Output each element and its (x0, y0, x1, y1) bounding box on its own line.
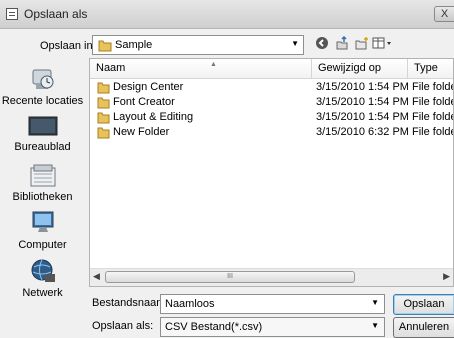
back-icon[interactable] (314, 36, 330, 52)
column-header-modified[interactable]: Gewijzigd op (312, 59, 408, 79)
filetype-value: CSV Bestand(*.csv) (165, 321, 263, 333)
column-header-name[interactable]: Naam ▲ (90, 59, 312, 79)
file-type: File folder (412, 81, 453, 93)
file-modified: 3/15/2010 6:32 PM (316, 126, 409, 138)
lookin-label: Opslaan in: (40, 40, 96, 52)
new-folder-icon[interactable] (354, 36, 370, 52)
filetype-dropdown[interactable]: CSV Bestand(*.csv) ▼ (160, 317, 385, 337)
filename-label: Bestandsnaam: (92, 297, 169, 309)
file-type: File folder (412, 96, 453, 108)
filename-value: Naamloos (165, 298, 215, 310)
file-row[interactable]: New Folder 3/15/2010 6:32 PM File folder (90, 125, 453, 141)
file-row[interactable]: Font Creator 3/15/2010 1:54 PM File fold… (90, 95, 453, 111)
column-header-type[interactable]: Type (408, 59, 453, 79)
file-name: New Folder (113, 126, 170, 138)
place-label: Bibliotheken (12, 191, 73, 203)
folder-icon (97, 112, 110, 124)
file-modified: 3/15/2010 1:54 PM (316, 111, 409, 123)
file-modified: 3/15/2010 1:54 PM (316, 96, 409, 108)
desktop-icon (28, 116, 57, 136)
sort-ascending-icon: ▲ (210, 61, 217, 68)
file-name: Font Creator (113, 96, 175, 108)
computer-icon (32, 211, 53, 232)
dialog-icon (6, 8, 18, 20)
folder-icon (97, 127, 110, 139)
file-type: File folder (412, 126, 453, 138)
horizontal-scrollbar[interactable]: ◀ III ▶ (90, 268, 453, 286)
place-libraries[interactable]: Bibliotheken (0, 162, 85, 203)
views-menu-icon[interactable] (372, 36, 394, 52)
recent-places-icon (32, 69, 53, 89)
column-header-label: Type (414, 62, 438, 74)
place-label: Recente locaties (1, 95, 84, 107)
file-row[interactable]: Layout & Editing 3/15/2010 1:54 PM File … (90, 110, 453, 126)
filename-field[interactable]: Naamloos ▼ (160, 294, 385, 314)
libraries-icon (30, 164, 55, 187)
chevron-down-icon[interactable]: ▼ (291, 39, 299, 48)
filetype-label: Opslaan als: (92, 320, 154, 332)
network-icon (31, 259, 55, 282)
scroll-right-icon[interactable]: ▶ (443, 271, 450, 282)
save-button[interactable]: Opslaan (393, 294, 454, 315)
file-list[interactable]: Naam ▲ Gewijzigd op Type Design Center 3… (89, 58, 454, 287)
folder-icon (98, 40, 112, 52)
up-folder-icon[interactable] (334, 35, 350, 52)
place-desktop[interactable]: Bureaublad (0, 114, 85, 153)
file-name: Layout & Editing (113, 111, 194, 123)
file-type: File folder (412, 111, 453, 123)
lookin-dropdown[interactable]: Sample ▼ (92, 35, 304, 55)
scrollbar-thumb[interactable]: III (105, 271, 355, 283)
column-header-label: Gewijzigd op (318, 62, 381, 74)
scroll-left-icon[interactable]: ◀ (93, 271, 100, 282)
column-header-label: Naam (96, 62, 126, 74)
chevron-down-icon[interactable]: ▼ (371, 298, 379, 307)
title-bar: Opslaan als X (0, 0, 454, 29)
window-title: Opslaan als (24, 7, 88, 21)
file-name: Design Center (113, 81, 184, 93)
cancel-button[interactable]: Annuleren (393, 317, 454, 338)
place-label: Netwerk (22, 287, 63, 299)
close-button[interactable]: X (434, 6, 454, 22)
lookin-value: Sample (115, 39, 153, 51)
folder-icon (97, 97, 110, 109)
place-network[interactable]: Netwerk (0, 258, 85, 299)
place-recent[interactable]: Recente locaties (0, 66, 85, 107)
chevron-down-icon[interactable]: ▼ (371, 321, 379, 330)
file-modified: 3/15/2010 1:54 PM (316, 81, 409, 93)
place-label: Computer (18, 239, 67, 251)
place-computer[interactable]: Computer (0, 210, 85, 251)
file-row[interactable]: Design Center 3/15/2010 1:54 PM File fol… (90, 80, 453, 96)
places-bar: Recente locaties Bureaublad Bibliotheken… (0, 58, 85, 338)
place-label: Bureaublad (14, 141, 71, 153)
folder-icon (97, 82, 110, 94)
